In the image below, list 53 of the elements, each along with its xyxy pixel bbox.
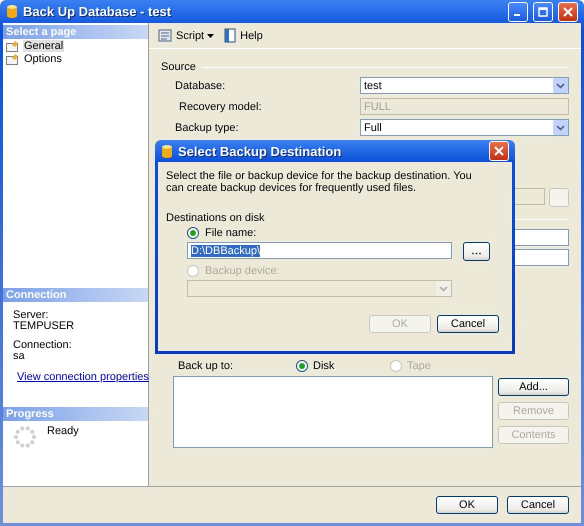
minimize-button[interactable] [508, 2, 528, 22]
script-icon [157, 28, 173, 42]
page-item[interactable]: General [23, 40, 64, 52]
dialog-button[interactable]: OK [436, 496, 498, 514]
ellipsis-icon [472, 252, 481, 254]
browse-button[interactable] [463, 242, 490, 261]
section-label: Destinations on disk [166, 212, 266, 224]
toolbar-button[interactable]: Help [222, 28, 265, 43]
connection-properties-link[interactable]: View connection properties [17, 371, 149, 383]
group-title: Source [161, 61, 196, 73]
radio-button[interactable] [187, 227, 199, 239]
radio-button[interactable] [296, 360, 308, 372]
section-header: Select a page [3, 25, 148, 39]
field-label: Recovery model: [178, 100, 263, 112]
caret-icon [207, 34, 214, 38]
maximize-button[interactable] [533, 2, 553, 22]
dropdown-field[interactable]: test [360, 77, 569, 94]
dialog-button[interactable]: Cancel [507, 496, 569, 514]
help-icon [224, 28, 238, 43]
field-label: Backup type: [175, 122, 240, 134]
page-item[interactable]: Options [23, 52, 63, 64]
close-button[interactable] [489, 141, 509, 161]
section-header: Progress [3, 407, 148, 421]
dropdown-field[interactable]: Full [360, 119, 569, 136]
file-name-field[interactable]: D:\DBBackup\ [187, 242, 452, 259]
connection-user: sa [12, 351, 26, 362]
connection-label: Connection: [12, 340, 73, 351]
radio-label: Disk [313, 360, 334, 372]
database-icon [161, 144, 173, 158]
radio-label: File name: [205, 227, 256, 239]
field-label: Database: [175, 80, 226, 92]
page-icon [6, 40, 20, 52]
close-icon [493, 145, 505, 157]
radio-label: Tape [407, 360, 431, 372]
radio-label: Backup device: [205, 265, 280, 277]
server-label: Server: [12, 310, 50, 321]
spinner-icon [13, 425, 37, 449]
close-icon [562, 6, 574, 18]
dialog-button[interactable]: Cancel [437, 315, 499, 333]
server-name: TEMPUSER [12, 321, 76, 332]
page-icon [6, 52, 20, 64]
field-label: Back up to: [178, 360, 234, 372]
action-button[interactable]: Add... [498, 378, 569, 396]
minimize-icon [514, 14, 520, 16]
dialog-description: Select the file or backup device for the backup destination. You can create backup devices for frequently used files. [166, 170, 473, 194]
close-button[interactable] [558, 2, 578, 22]
dialog-title: Select Backup Destination [178, 144, 342, 158]
window-title: Back Up Database - test [23, 4, 172, 19]
database-icon [6, 4, 18, 19]
toolbar-button[interactable]: Script [155, 28, 216, 42]
section-header: Connection [3, 288, 148, 302]
progress-status: Ready [47, 425, 79, 439]
maximize-icon [538, 6, 548, 16]
